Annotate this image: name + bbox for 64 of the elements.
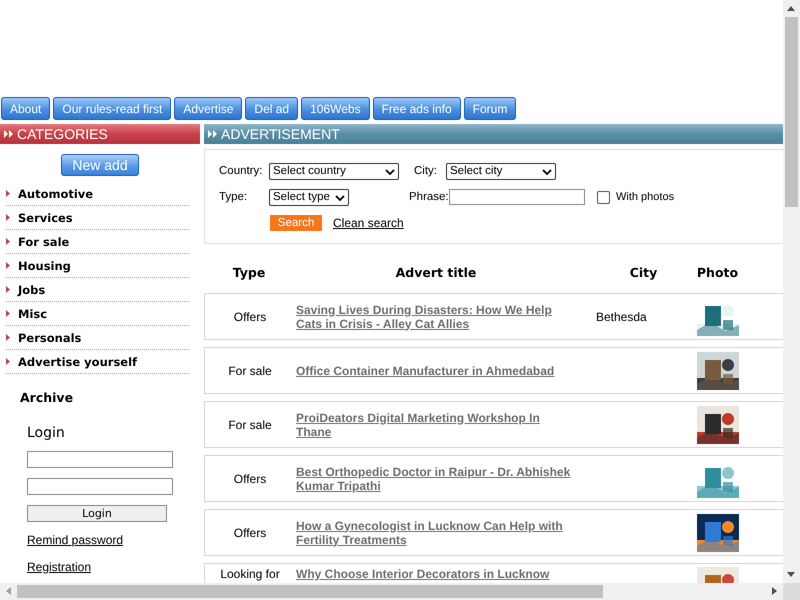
advert-type: Offers <box>234 472 266 486</box>
clean-search-link[interactable]: Clean search <box>333 216 404 230</box>
triangle-bullet-icon <box>6 310 10 317</box>
advert-type: For sale <box>228 418 272 432</box>
archive-link[interactable]: Archive <box>0 374 200 405</box>
scrollbar-corner <box>783 583 800 600</box>
scroll-down-arrow-icon[interactable] <box>787 572 795 577</box>
column-header: Photo <box>696 264 740 280</box>
country-select[interactable]: Select country <box>269 162 399 180</box>
with-photos-checkbox[interactable] <box>597 190 610 204</box>
scroll-right-arrow-icon[interactable] <box>772 587 777 595</box>
advert-type: Offers <box>234 310 266 324</box>
chevron-down-icon <box>542 168 552 174</box>
category-link[interactable]: For sale <box>18 234 70 248</box>
username-field[interactable] <box>27 451 173 468</box>
login-button[interactable]: Login <box>27 505 167 522</box>
phrase-field[interactable] <box>449 189 585 205</box>
triangle-bullet-icon <box>6 214 10 221</box>
advert-title-link[interactable]: How a Gynecologist in Lucknow Can Help with Fertility Treatments <box>296 518 578 546</box>
category-link[interactable]: Services <box>18 210 73 224</box>
category-link[interactable]: Housing <box>18 258 71 272</box>
triangle-bullet-icon <box>6 238 10 245</box>
advert-title-link[interactable]: ProiDeators Digital Marketing Workshop In Thane <box>296 410 578 438</box>
advertisement-title: ADVERTISEMENT <box>221 126 340 142</box>
categories-title: CATEGORIES <box>17 126 108 142</box>
type-label: Type: <box>219 191 248 203</box>
category-link[interactable]: Misc <box>18 306 48 320</box>
category-link[interactable]: Jobs <box>18 282 46 296</box>
country-label: Country: <box>219 165 264 177</box>
account-link[interactable]: Registration <box>27 560 92 574</box>
phrase-label: Phrase: <box>409 191 449 203</box>
column-header: City <box>628 264 658 280</box>
chevron-down-icon <box>385 168 395 174</box>
triangle-bullet-icon <box>6 190 10 197</box>
chevron-down-icon <box>335 194 345 200</box>
category-link[interactable]: Advertise yourself <box>18 354 138 368</box>
password-field[interactable] <box>27 478 173 495</box>
double-arrow-icon <box>208 130 218 138</box>
advert-title-link[interactable]: Office Container Manufacturer in Ahmedabad <box>296 364 578 378</box>
horizontal-scrollbar[interactable] <box>0 583 783 600</box>
city-label: City: <box>414 165 438 177</box>
scroll-up-arrow-icon[interactable] <box>787 6 795 11</box>
advert-title-link[interactable]: Saving Lives During Disasters: How We Help Cats in Crisis - Alley Cat Allies <box>296 302 578 330</box>
category-link[interactable]: Personals <box>18 330 82 344</box>
vertical-scrollbar[interactable] <box>783 0 800 583</box>
advert-title-link[interactable]: Why Choose Interior Decorators in Lucknow <box>296 567 578 581</box>
with-photos-label: With photos <box>616 191 674 203</box>
city-select[interactable]: Select city <box>446 162 556 180</box>
advert-title-link[interactable]: Best Orthopedic Doctor in Raipur - Dr. Abhishek Kumar Tripathi <box>296 464 578 492</box>
account-link[interactable]: Remind password <box>27 533 124 547</box>
triangle-bullet-icon <box>6 286 10 293</box>
advert-type: Offers <box>234 526 266 540</box>
login-title: Login <box>27 425 65 441</box>
column-header: Advert title <box>394 264 478 280</box>
double-arrow-icon <box>4 130 14 138</box>
triangle-bullet-icon <box>6 262 10 269</box>
triangle-bullet-icon <box>6 358 10 365</box>
category-link[interactable]: Automotive <box>18 186 94 200</box>
advert-type: Looking for <box>220 567 280 581</box>
advert-city: Bethesda <box>596 310 647 324</box>
triangle-bullet-icon <box>6 334 10 341</box>
column-header: Type <box>232 264 266 280</box>
type-select[interactable]: Select type <box>269 188 349 206</box>
advert-type: For sale <box>228 364 272 378</box>
